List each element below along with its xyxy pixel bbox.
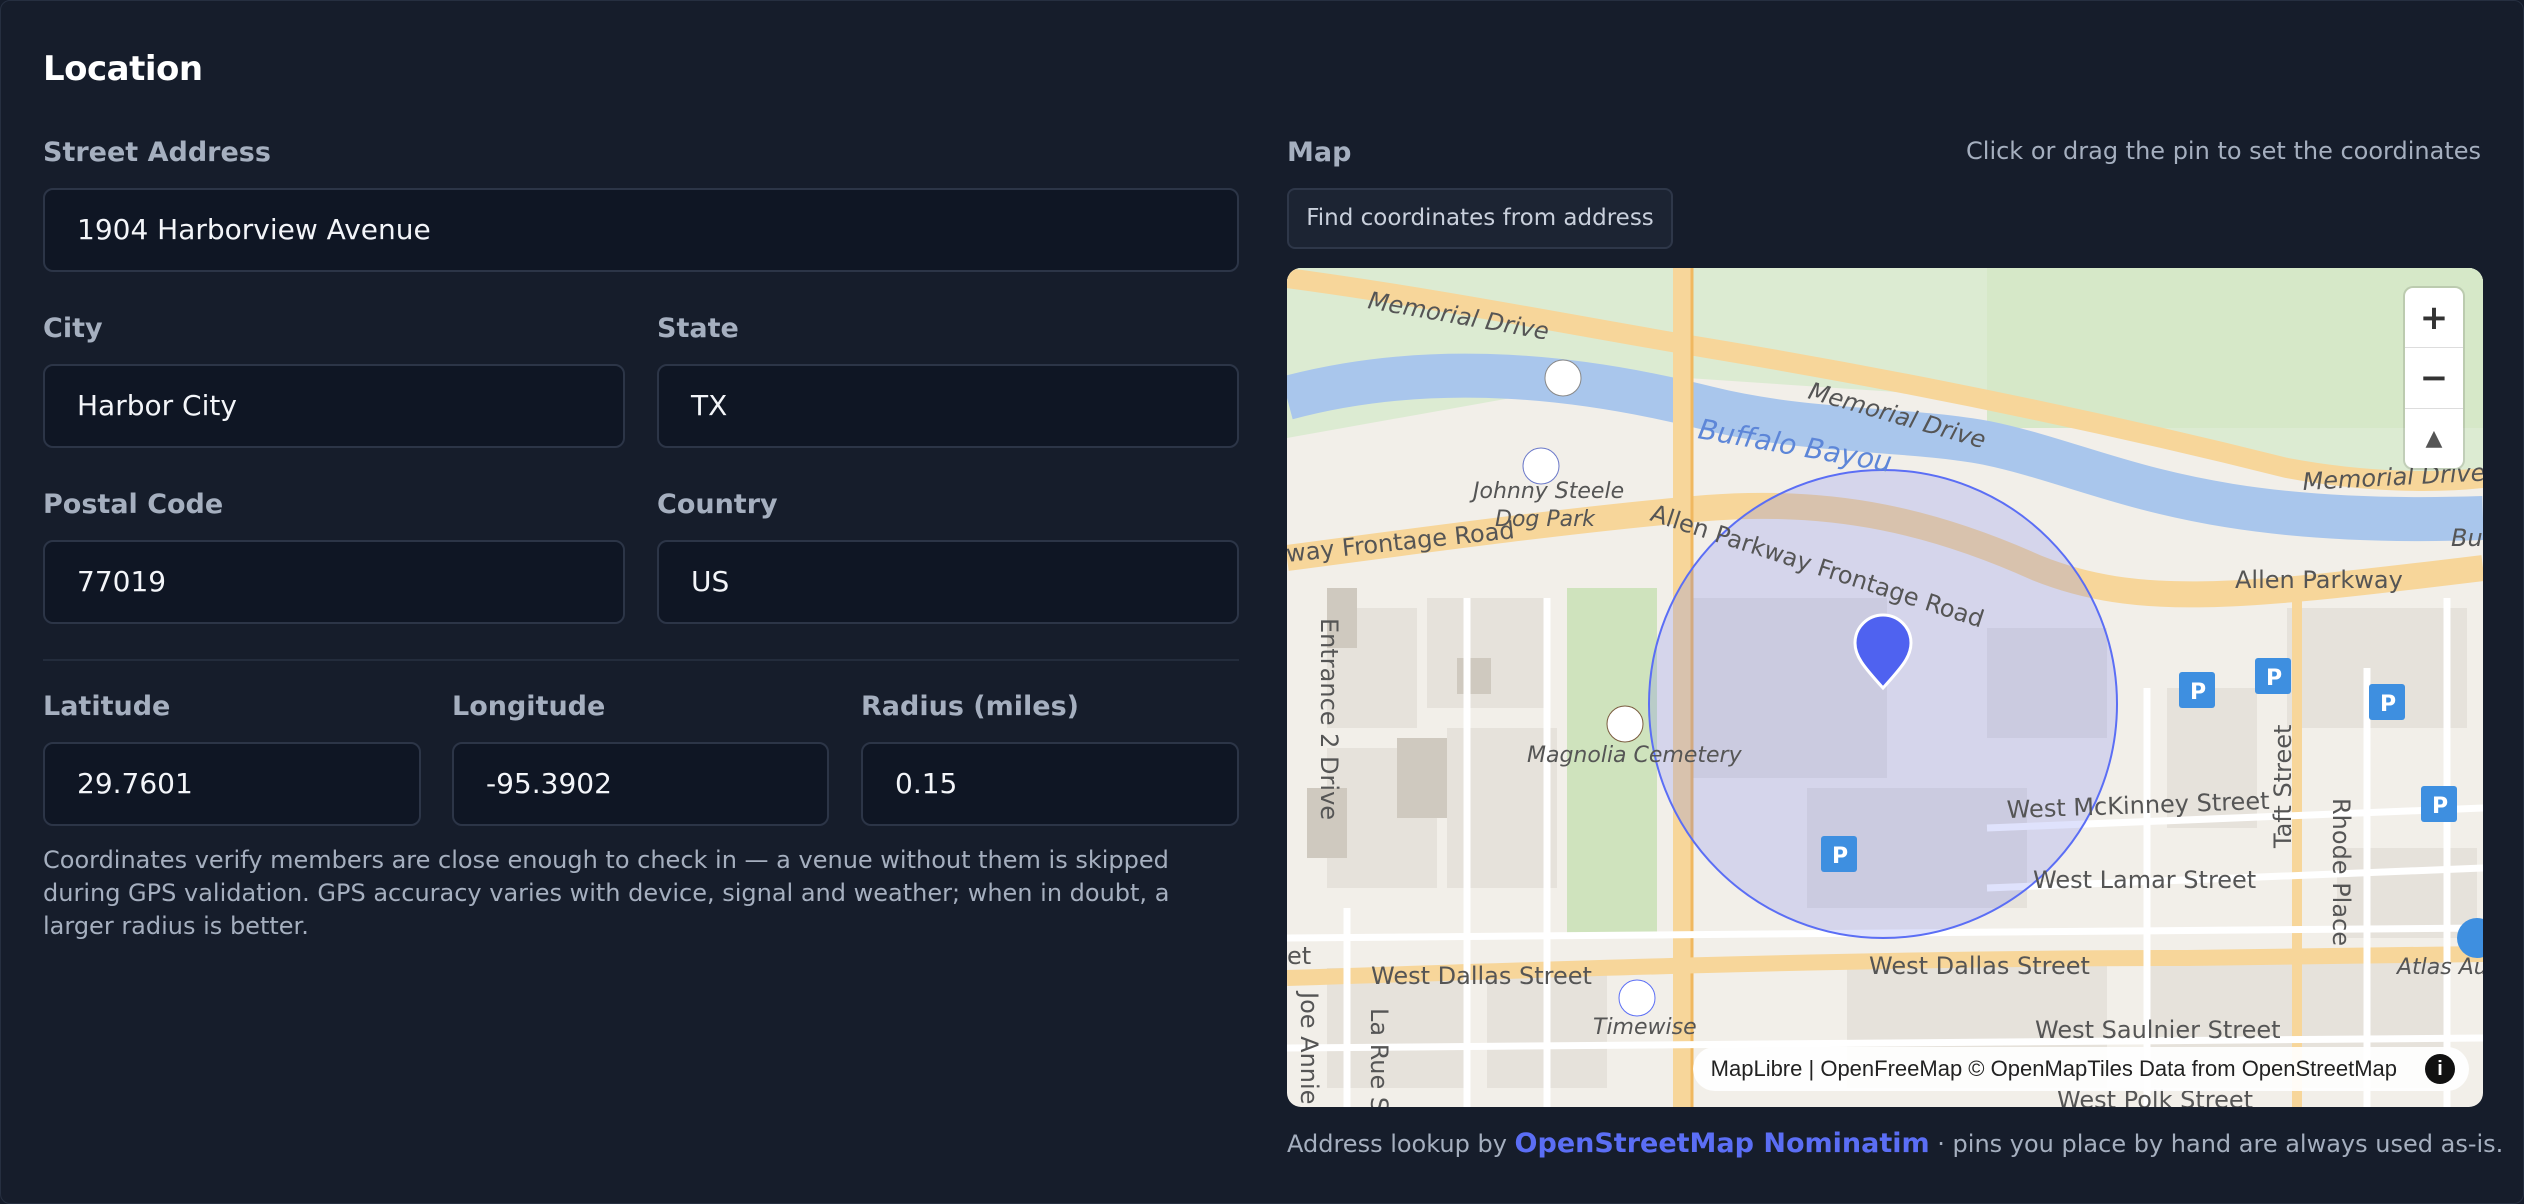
radius-label: Radius (miles) bbox=[861, 691, 1079, 722]
radius-input[interactable]: 0.15 bbox=[861, 742, 1239, 826]
svg-text:P: P bbox=[2190, 680, 2206, 705]
svg-text:Timewise: Timewise bbox=[1593, 1015, 1697, 1040]
state-input[interactable]: TX bbox=[657, 364, 1239, 448]
street-address-label: Street Address bbox=[43, 137, 271, 168]
zoom-controls: + − ▲ bbox=[2405, 288, 2463, 468]
shelter-icon bbox=[1544, 359, 1582, 397]
svg-text:way Frontage Road: way Frontage Road bbox=[1287, 516, 1516, 568]
country-input[interactable]: US bbox=[657, 540, 1239, 624]
map-footer: Address lookup by OpenStreetMap Nominati… bbox=[1287, 1128, 2503, 1159]
coordinates-help-text: Coordinates verify members are close eno… bbox=[43, 846, 1170, 940]
openmaptiles-link[interactable]: © OpenMapTiles bbox=[1962, 1056, 2133, 1082]
svg-text:West Dallas Street: West Dallas Street bbox=[1371, 962, 1592, 990]
svg-text:Atlas Auto: Atlas Auto bbox=[2395, 955, 2483, 980]
attribution-separator: | bbox=[1802, 1056, 1821, 1081]
cemetery-icon bbox=[1606, 705, 1644, 743]
svg-text:Allen Parkway: Allen Parkway bbox=[2235, 566, 2403, 594]
svg-text:Taft Street: Taft Street bbox=[2269, 725, 2297, 849]
postal-code-label: Postal Code bbox=[43, 489, 224, 520]
svg-text:West Dallas Street: West Dallas Street bbox=[1869, 952, 2090, 980]
svg-text:Joe Annie: Joe Annie bbox=[1295, 990, 1323, 1104]
section-divider bbox=[43, 659, 1239, 661]
svg-text:Johnny Steele: Johnny Steele bbox=[1469, 479, 1624, 504]
longitude-input[interactable]: -95.3902 bbox=[452, 742, 829, 826]
compass-button[interactable]: ▲ bbox=[2405, 409, 2463, 468]
city-input[interactable]: Harbor City bbox=[43, 364, 625, 448]
zoom-in-button[interactable]: + bbox=[2405, 288, 2463, 349]
svg-text:et: et bbox=[1287, 942, 1311, 970]
svg-text:La Rue S: La Rue S bbox=[1365, 1008, 1393, 1107]
svg-text:P: P bbox=[1832, 844, 1848, 869]
svg-text:West Saulnier Street: West Saulnier Street bbox=[2035, 1016, 2281, 1044]
info-icon[interactable]: i bbox=[2425, 1054, 2455, 1084]
footer-prefix: Address lookup by bbox=[1287, 1130, 1515, 1158]
svg-text:P: P bbox=[2266, 666, 2282, 691]
svg-text:Entrance 2 Drive: Entrance 2 Drive bbox=[1315, 618, 1343, 820]
maplibre-link[interactable]: MapLibre bbox=[1711, 1056, 1803, 1082]
map-label: Map bbox=[1287, 137, 1352, 168]
map-hint: Click or drag the pin to set the coordin… bbox=[1966, 137, 2481, 165]
state-label: State bbox=[657, 313, 739, 344]
svg-text:P: P bbox=[2432, 794, 2448, 819]
svg-text:Magnolia Cemetery: Magnolia Cemetery bbox=[1527, 743, 1743, 768]
find-coordinates-button[interactable]: Find coordinates from address bbox=[1287, 188, 1673, 249]
zoom-out-button[interactable]: − bbox=[2405, 348, 2463, 409]
svg-text:P: P bbox=[2380, 692, 2396, 717]
data-from-text: Data from bbox=[2132, 1056, 2242, 1081]
nominatim-link[interactable]: OpenStreetMap Nominatim bbox=[1515, 1128, 1930, 1159]
country-label: Country bbox=[657, 489, 778, 520]
svg-text:Buffa: Buffa bbox=[2451, 524, 2483, 552]
openstreetmap-link[interactable]: OpenStreetMap bbox=[2242, 1056, 2397, 1082]
svg-text:Rhode Place: Rhode Place bbox=[2327, 798, 2355, 946]
compass-icon: ▲ bbox=[2425, 425, 2443, 451]
location-card: Location Street Address 1904 Harborview … bbox=[0, 0, 2524, 1204]
footer-suffix: · pins you place by hand are always used… bbox=[1929, 1130, 2504, 1158]
postal-code-input[interactable]: 77019 bbox=[43, 540, 625, 624]
city-label: City bbox=[43, 313, 103, 344]
svg-text:West Lamar Street: West Lamar Street bbox=[2033, 866, 2256, 894]
map-view[interactable]: P P P P P Memorial Drive Memorial Drive … bbox=[1287, 268, 2483, 1107]
section-title: Location bbox=[43, 49, 203, 89]
shop-icon bbox=[1618, 979, 1656, 1017]
latitude-input[interactable]: 29.7601 bbox=[43, 742, 421, 826]
longitude-label: Longitude bbox=[452, 691, 606, 722]
map-attribution: MapLibre | OpenFreeMap © OpenMapTiles Da… bbox=[1692, 1047, 2469, 1091]
street-address-input[interactable]: 1904 Harborview Avenue bbox=[43, 188, 1239, 272]
openfreemap-link[interactable]: OpenFreeMap bbox=[1820, 1056, 1962, 1082]
latitude-label: Latitude bbox=[43, 691, 171, 722]
